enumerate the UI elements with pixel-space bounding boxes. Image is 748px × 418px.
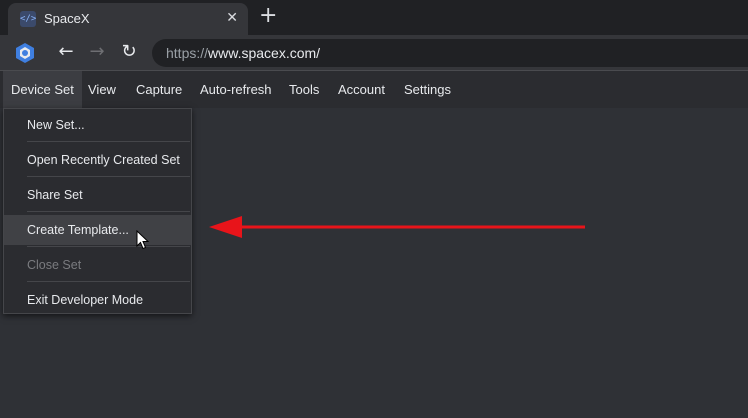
url-host: www.spacex.com/ (208, 45, 321, 61)
menu-capture[interactable]: Capture (128, 71, 190, 108)
menu-view[interactable]: View (80, 71, 124, 108)
app-menubar: Device Set View Capture Auto-refresh Too… (0, 70, 748, 108)
tab-title: SpaceX (44, 11, 90, 26)
browser-tab[interactable]: </> SpaceX ✕ (8, 3, 248, 35)
reload-button[interactable]: ↻ (118, 41, 140, 63)
device-set-dropdown: New Set... Open Recently Created Set Sha… (3, 108, 192, 314)
menu-item-share-set[interactable]: Share Set (4, 180, 191, 210)
menu-separator (27, 141, 190, 142)
menu-item-exit-developer-mode[interactable]: Exit Developer Mode (4, 285, 191, 315)
tab-strip: </> SpaceX ✕ + (0, 0, 748, 35)
mouse-cursor-icon (136, 230, 150, 250)
menu-settings[interactable]: Settings (396, 71, 459, 108)
menu-auto-refresh[interactable]: Auto-refresh (192, 71, 280, 108)
menu-account[interactable]: Account (330, 71, 393, 108)
menu-tools[interactable]: Tools (281, 71, 327, 108)
menu-separator (27, 246, 190, 247)
browser-toolbar: ← → ↻ https://www.spacex.com/ (0, 35, 748, 70)
url-text: https://www.spacex.com/ (166, 45, 320, 61)
annotation-arrow-icon (209, 216, 585, 238)
close-icon[interactable]: ✕ (226, 9, 238, 26)
menu-item-open-recent-set[interactable]: Open Recently Created Set (4, 145, 191, 175)
back-button[interactable]: ← (55, 41, 77, 63)
code-icon: </> (20, 11, 36, 27)
menu-item-new-set[interactable]: New Set... (4, 110, 191, 140)
url-scheme: https:// (166, 45, 209, 61)
menu-device-set[interactable]: Device Set (3, 71, 82, 108)
menu-item-create-template[interactable]: Create Template... (4, 215, 191, 245)
menu-separator (27, 211, 190, 212)
address-bar[interactable]: https://www.spacex.com/ (152, 39, 748, 67)
menu-item-close-set: Close Set (27, 258, 82, 272)
menu-separator (27, 281, 190, 282)
extension-hexagon-icon[interactable] (13, 41, 37, 65)
forward-button[interactable]: → (86, 41, 108, 63)
new-tab-button[interactable]: + (259, 4, 277, 28)
menu-separator (27, 176, 190, 177)
